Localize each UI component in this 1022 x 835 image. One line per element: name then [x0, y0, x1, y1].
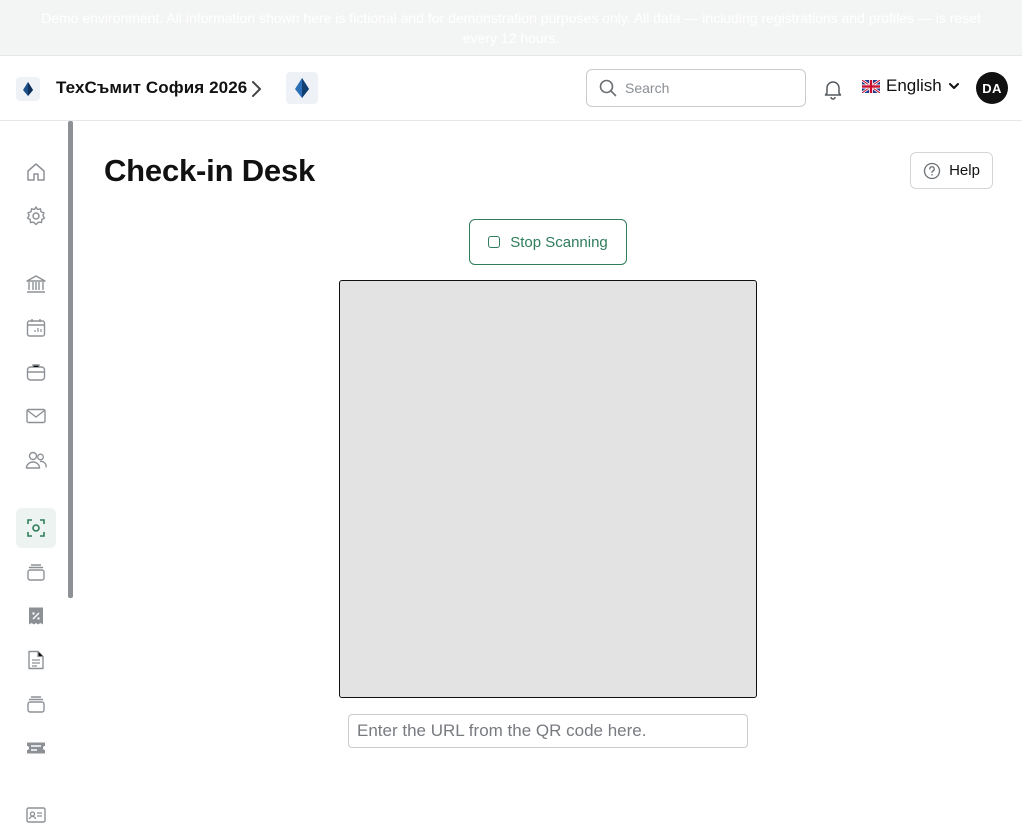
event-name[interactable]: ТехСъмит София 2026	[56, 78, 247, 98]
search-input[interactable]	[625, 80, 795, 96]
search-icon	[599, 79, 617, 97]
stop-scanning-button[interactable]: Stop Scanning	[469, 219, 627, 265]
sidebar-item-settings[interactable]	[16, 196, 56, 236]
language-label: English	[886, 76, 942, 95]
layers-icon	[27, 564, 45, 581]
sidebar-item-events[interactable]	[16, 308, 56, 348]
page-title: Check-in Desk	[104, 153, 316, 188]
qr-url-input[interactable]	[348, 714, 748, 748]
uk-flag-icon	[862, 79, 880, 93]
help-button-label: Help	[949, 162, 980, 179]
ticket-icon	[27, 742, 45, 754]
camera-viewport	[339, 280, 757, 698]
sidebar-item-products[interactable]	[16, 552, 56, 592]
demo-banner-text: Demo environment. All information shown …	[41, 9, 981, 46]
user-avatar[interactable]: DA	[976, 72, 1008, 104]
briefcase-icon	[26, 364, 46, 381]
layers-icon	[27, 696, 45, 713]
sidebar-item-badges[interactable]	[16, 795, 56, 835]
search-box[interactable]	[586, 69, 806, 107]
top-bar: ТехСъмит София 2026 English	[0, 56, 1022, 121]
language-selector[interactable]: English	[862, 76, 960, 96]
droplet-logo-icon	[23, 82, 33, 96]
bank-icon	[26, 275, 46, 293]
settings-icon	[26, 206, 46, 226]
document-icon	[28, 650, 44, 670]
sidebar-item-check-in[interactable]	[16, 508, 56, 548]
demo-banner: Demo environment. All information shown …	[0, 0, 1022, 56]
discount-icon	[29, 607, 43, 625]
sidebar	[0, 121, 73, 823]
stop-icon	[488, 236, 501, 248]
sidebar-item-promo-codes[interactable]	[16, 596, 56, 636]
sidebar-item-tickets[interactable]	[16, 728, 56, 768]
stop-scanning-label: Stop Scanning	[510, 233, 608, 251]
question-circle-icon	[923, 162, 941, 179]
sidebar-item-messages[interactable]	[16, 396, 56, 436]
event-logo[interactable]	[286, 72, 318, 104]
sidebar-item-organization[interactable]	[16, 264, 56, 304]
sidebar-item-attendees[interactable]	[16, 440, 56, 480]
droplet-logo-icon	[295, 78, 309, 98]
scan-icon	[27, 519, 45, 537]
chevron-right-icon	[252, 81, 261, 97]
users-icon	[25, 451, 47, 469]
home-icon	[27, 163, 45, 181]
organizer-logo[interactable]	[16, 77, 40, 101]
chevron-down-icon	[948, 83, 959, 89]
sidebar-item-invoices[interactable]	[16, 640, 56, 680]
sidebar-item-inventory[interactable]	[16, 684, 56, 724]
main-content: Check-in Desk Help Stop Scanning	[73, 121, 1022, 823]
sidebar-item-home[interactable]	[16, 152, 56, 192]
calendar-icon	[26, 319, 46, 337]
bell-icon[interactable]	[822, 78, 844, 100]
mail-icon	[26, 408, 46, 424]
sidebar-item-exhibitors[interactable]	[16, 352, 56, 392]
help-button[interactable]: Help	[910, 152, 993, 189]
